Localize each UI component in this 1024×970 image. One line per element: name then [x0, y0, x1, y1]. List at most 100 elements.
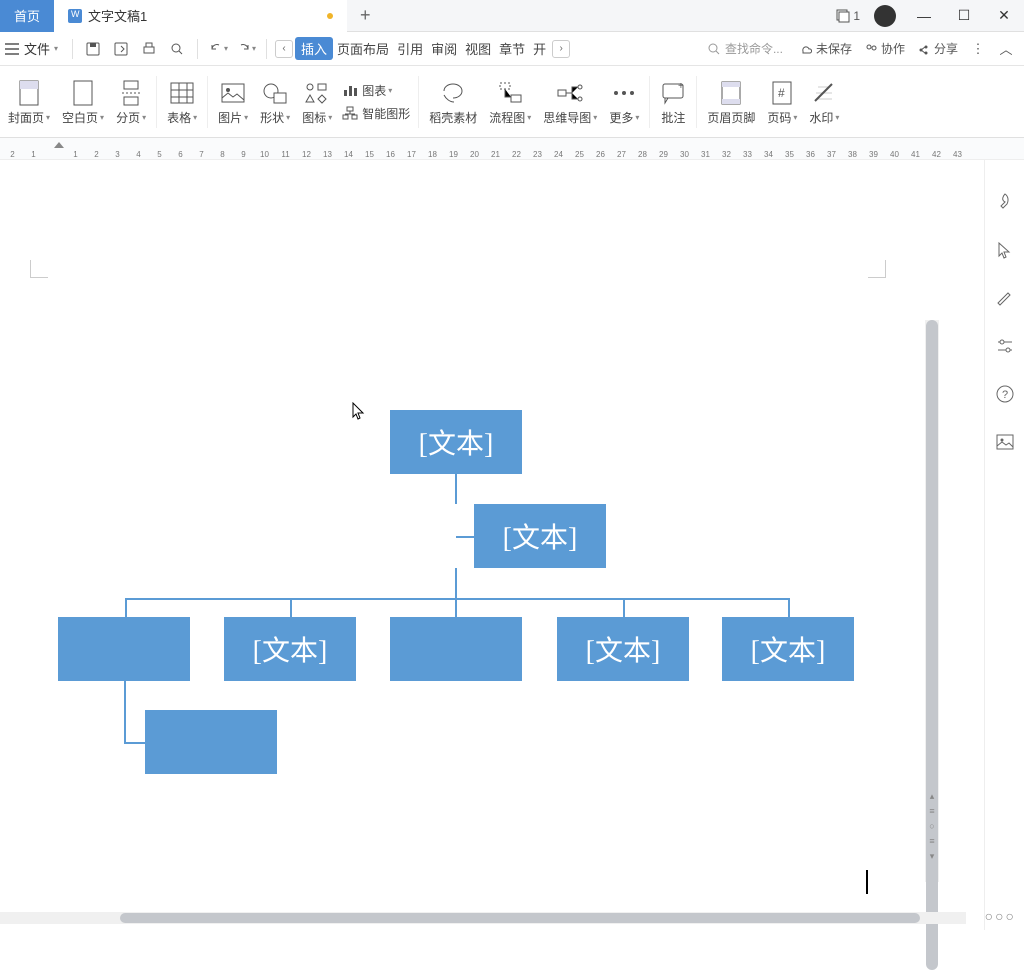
- ribbon-headerfooter[interactable]: 页眉页脚: [701, 68, 761, 136]
- ruler-tick: 6: [170, 150, 191, 159]
- mouse-cursor-icon: [352, 402, 366, 425]
- minimize-button[interactable]: —: [904, 0, 944, 32]
- org-node-leaf-3[interactable]: [390, 617, 522, 681]
- org-node-leaf-2[interactable]: [文本]: [224, 617, 356, 681]
- file-menu[interactable]: 文件 ▾: [4, 39, 58, 58]
- smartart-icon: [342, 106, 358, 120]
- ribbon-cover[interactable]: 封面页▾: [2, 68, 56, 136]
- tab-document[interactable]: 文字文稿1: [54, 0, 347, 32]
- maximize-button[interactable]: ☐: [944, 0, 984, 32]
- status-unsaved[interactable]: 未保存: [799, 40, 852, 57]
- tab-add[interactable]: +: [347, 0, 383, 32]
- org-node-assistant[interactable]: [文本]: [474, 504, 606, 568]
- scroll-target-icon[interactable]: ○: [926, 820, 938, 832]
- ruler-tick: 17: [401, 150, 422, 159]
- org-node-leaf-4[interactable]: [文本]: [557, 617, 689, 681]
- side-settings[interactable]: [993, 334, 1017, 358]
- status-collab[interactable]: 协作: [864, 40, 905, 57]
- ribbon-shape[interactable]: 形状▾: [254, 68, 296, 136]
- qat-saveas[interactable]: [109, 37, 133, 61]
- ribbon-tab-view[interactable]: 视图: [461, 39, 495, 58]
- horizontal-ruler[interactable]: 2112345678910111213141516171819202122232…: [0, 138, 1024, 160]
- ribbon-tab-reference[interactable]: 引用: [393, 39, 427, 58]
- side-image[interactable]: [993, 430, 1017, 454]
- tab-home[interactable]: 首页: [0, 0, 54, 32]
- doc-icon: [68, 9, 82, 23]
- org-node-leaf-1[interactable]: [58, 617, 190, 681]
- user-avatar[interactable]: [874, 5, 896, 27]
- ruler-tick: 5: [149, 150, 170, 159]
- ruler-tick: 31: [695, 150, 716, 159]
- ruler-tick: 36: [800, 150, 821, 159]
- cursor-icon: [995, 240, 1015, 260]
- ruler-tick: 8: [212, 150, 233, 159]
- connector: [623, 598, 625, 618]
- scroll-thumb[interactable]: [120, 913, 920, 923]
- ruler-tick: 32: [716, 150, 737, 159]
- ruler-tick: 1: [23, 150, 44, 159]
- ribbon-scroll-right[interactable]: ›: [552, 40, 570, 58]
- qat-print[interactable]: [137, 37, 161, 61]
- ruler-tick: 22: [506, 150, 527, 159]
- page-canvas[interactable]: [文本] [文本] [文本] [文本] [文本]: [0, 160, 948, 912]
- org-node-root[interactable]: [文本]: [390, 410, 522, 474]
- iconlib-icon: [304, 81, 330, 105]
- ribbon-scroll-left[interactable]: ‹: [275, 40, 293, 58]
- indent-marker-icon[interactable]: [54, 142, 64, 148]
- ruler-tick: 40: [884, 150, 905, 159]
- ribbon-tab-layout[interactable]: 页面布局: [333, 39, 393, 58]
- ribbon-blankpage[interactable]: 空白页▾: [56, 68, 110, 136]
- scroll-thumb[interactable]: [926, 320, 938, 970]
- scroll-down-icon[interactable]: ▾: [926, 850, 938, 862]
- undo-icon: [208, 41, 224, 57]
- command-search[interactable]: 查找命令...: [707, 40, 783, 57]
- ribbon-chart[interactable]: 图表▾: [342, 82, 410, 99]
- side-help[interactable]: ?: [993, 382, 1017, 406]
- ruler-tick: 13: [317, 150, 338, 159]
- share-icon: [917, 42, 931, 56]
- side-edit[interactable]: [993, 286, 1017, 310]
- ruler-tick: 18: [422, 150, 443, 159]
- side-select[interactable]: [993, 238, 1017, 262]
- ribbon-table[interactable]: 表格▾: [161, 68, 203, 136]
- scroll-prev-section-icon[interactable]: ≡: [926, 805, 938, 817]
- window-counter[interactable]: 1: [835, 8, 860, 24]
- org-node-sub-1[interactable]: [145, 710, 277, 774]
- ribbon-tab-review[interactable]: 审阅: [427, 39, 461, 58]
- status-share[interactable]: 分享: [917, 40, 958, 57]
- ribbon-watermark[interactable]: 水印▾: [803, 68, 845, 136]
- ruler-tick: 25: [569, 150, 590, 159]
- ribbon-pagenum[interactable]: #页码▾: [761, 68, 803, 136]
- ribbon-pagebreak[interactable]: 分页▾: [110, 68, 152, 136]
- ribbon-mindmap[interactable]: 思维导图▾: [537, 68, 603, 136]
- org-node-leaf-5[interactable]: [文本]: [722, 617, 854, 681]
- sidebar-more[interactable]: ○○○: [985, 908, 1016, 924]
- ribbon-comment[interactable]: +批注: [654, 68, 692, 136]
- ribbon-icon[interactable]: 图标▾: [296, 68, 338, 136]
- close-button[interactable]: ✕: [984, 0, 1024, 32]
- ribbon-tab-section[interactable]: 章节: [495, 39, 529, 58]
- dirty-indicator-icon: [327, 13, 333, 19]
- ruler-tick: 2: [2, 150, 23, 159]
- menu-more[interactable]: ⋮: [966, 37, 990, 61]
- ribbon-tab-dev[interactable]: 开: [529, 39, 550, 58]
- windows-icon: [835, 8, 851, 24]
- qat-save[interactable]: [81, 37, 105, 61]
- qat-undo[interactable]: ▾: [206, 37, 230, 61]
- image-icon: [995, 432, 1015, 452]
- ruler-tick: 10: [254, 150, 275, 159]
- ribbon-picture[interactable]: 图片▾: [212, 68, 254, 136]
- ribbon-more[interactable]: 更多▾: [603, 68, 645, 136]
- scroll-up-icon[interactable]: ▴: [926, 790, 938, 802]
- ribbon-wps-gallery[interactable]: 稻壳素材: [423, 68, 483, 136]
- scroll-next-section-icon[interactable]: ≡: [926, 835, 938, 847]
- ribbon-collapse[interactable]: ︿: [994, 37, 1018, 61]
- ribbon-smartart[interactable]: 智能图形: [342, 105, 410, 122]
- headerfooter-icon: [720, 80, 742, 106]
- qat-redo[interactable]: ▾: [234, 37, 258, 61]
- ribbon-tab-insert[interactable]: 插入: [295, 37, 333, 60]
- ribbon-flowchart[interactable]: 流程图▾: [483, 68, 537, 136]
- qat-preview[interactable]: [165, 37, 189, 61]
- side-ai[interactable]: [993, 190, 1017, 214]
- horizontal-scrollbar[interactable]: [0, 912, 966, 924]
